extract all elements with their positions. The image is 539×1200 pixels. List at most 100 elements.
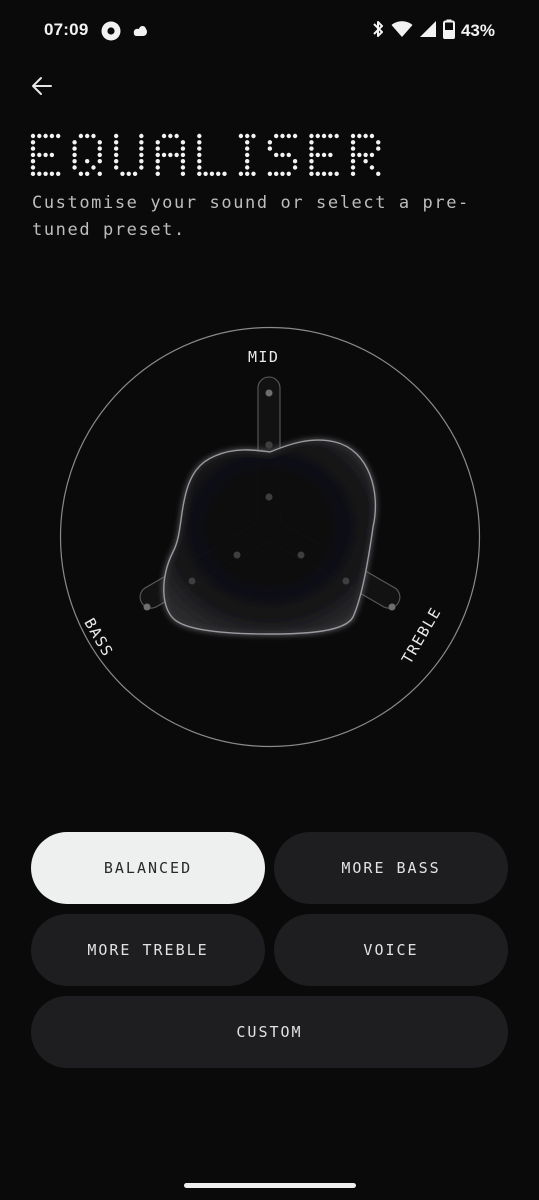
title-dot [350,171,356,176]
title-dot [72,159,77,164]
title-dot [174,133,179,139]
title-dot [321,133,327,139]
title-dot [328,152,333,158]
title-dot [174,152,179,158]
preset-more-bass-button[interactable]: MORE BASS [274,832,508,904]
title-dot [286,171,291,176]
title-dot [321,152,327,158]
title-dot [180,171,186,176]
title-dot [292,159,298,164]
title-dot [251,133,256,139]
title-dot [84,159,90,164]
title-dot [78,133,84,139]
title-dot [350,152,356,158]
title-dot [43,152,48,158]
title-dot [155,146,160,151]
title-dot [350,133,356,139]
title-dot [180,146,186,151]
title-dot [273,133,279,139]
title-dot [180,152,186,158]
title-dot [49,152,55,158]
title-dot [350,165,356,170]
title-dot [91,133,96,139]
title-dot [280,171,285,176]
title-dot [315,152,320,158]
title-dot [273,171,279,176]
title-dot [197,171,202,176]
title-dot [161,152,167,158]
title-dot [309,165,314,170]
title-dot [363,159,368,164]
title-dot [72,152,77,158]
title-dot [363,152,368,158]
title-dot [78,171,84,176]
title-dot [120,171,125,176]
title-dot [376,171,381,176]
title-dot [273,152,279,158]
title-dot [309,133,314,139]
preset-balanced-button[interactable]: BALANCED [31,832,265,904]
title-dot [139,133,144,139]
title-dot [30,146,36,151]
title-dot [267,171,273,176]
title-dot [369,165,375,170]
preset-more-treble-button[interactable]: MORE TREBLE [31,914,265,986]
title-dot [37,133,42,139]
title-dot [350,146,356,151]
title-dot [97,159,102,164]
gesture-nav-handle[interactable] [184,1183,356,1188]
equaliser-dial[interactable] [55,322,485,752]
title-dot [168,133,173,139]
title-dot [126,171,131,176]
back-button[interactable] [24,70,60,106]
title-dot [292,165,298,170]
title-dot [91,165,96,170]
title-dot [180,165,186,170]
title-dot [245,146,250,151]
title-dot [49,171,55,176]
title-dot [161,133,167,139]
title-dot [197,159,202,164]
title-dot [222,171,227,176]
title-dot [321,171,327,176]
title-dot [280,133,285,139]
title-dot [113,165,119,170]
title-dot [309,171,314,176]
title-dot [209,171,215,176]
title-dot [56,171,61,176]
title-dot [197,140,202,145]
title-dot [30,140,36,145]
page-title: EQUALISER [30,130,510,182]
title-dot [334,133,339,139]
preset-custom-button[interactable]: CUSTOM [31,996,508,1068]
title-dot [30,171,36,176]
title-dot [245,140,250,145]
title-dot [97,152,102,158]
title-dot [369,133,375,139]
title-dot [84,171,90,176]
title-dot [30,165,36,170]
title-dot [376,140,381,145]
title-dot [139,146,144,151]
title-dot [43,171,48,176]
title-dot [97,140,102,145]
status-right-icons: 43% [371,19,495,42]
title-dot [139,159,144,164]
notification-blob-icon [131,22,149,44]
title-dot [37,171,42,176]
title-dot [56,133,61,139]
dot-matrix-title [30,133,381,176]
title-dot [72,146,77,151]
title-dot [238,171,244,176]
title-dot [197,146,202,151]
title-dot [155,140,160,145]
title-dot [43,133,48,139]
eq-sound-blob[interactable] [163,439,377,635]
title-dot [113,140,119,145]
title-dot [113,159,119,164]
eq-label-mid: MID [248,348,280,366]
title-dot [216,171,221,176]
preset-voice-button[interactable]: VOICE [274,914,508,986]
title-dot [267,146,273,151]
title-dot [315,133,320,139]
